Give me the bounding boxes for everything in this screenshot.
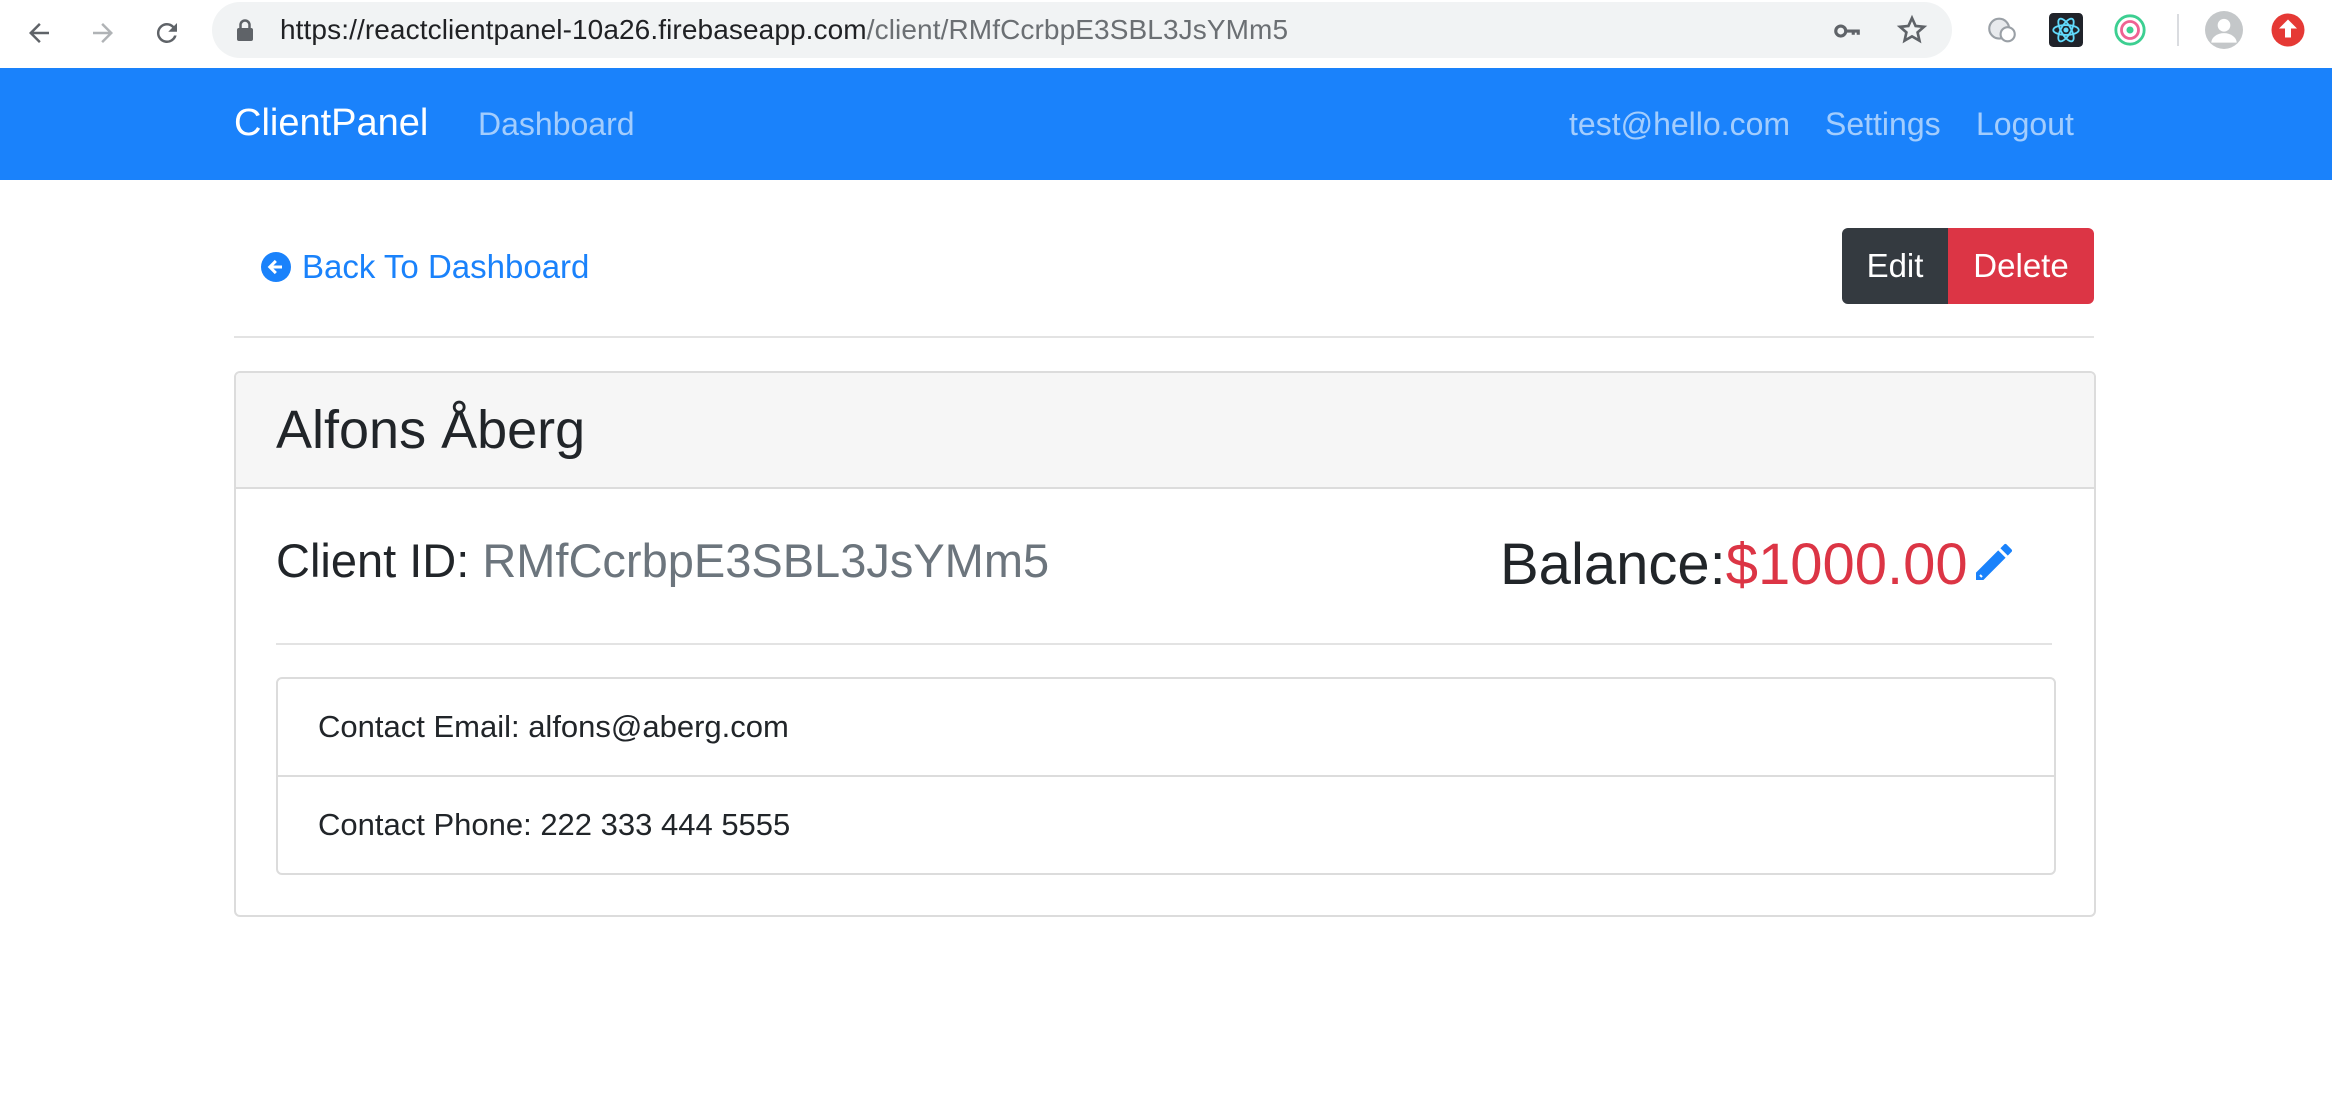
client-action-buttons: Edit Delete: [1842, 228, 2094, 304]
card-header: Alfons Åberg: [236, 373, 2094, 489]
arrow-circle-left-icon: [261, 252, 291, 282]
forward-arrow-icon[interactable]: [82, 12, 124, 54]
reload-icon[interactable]: [146, 12, 188, 54]
url-text: https://reactclientpanel-10a26.firebasea…: [280, 14, 1289, 45]
divider: [234, 336, 2094, 338]
client-balance: Balance: $1000.00: [1500, 529, 2018, 600]
balance-label: Balance:: [1500, 532, 1726, 597]
extension-upload-icon[interactable]: [2268, 10, 2308, 50]
navbar-brand[interactable]: ClientPanel: [234, 102, 428, 145]
bookmark-star-icon[interactable]: [1896, 14, 1928, 51]
client-id: Client ID: RMfCcrbpE3SBL3JsYMm5: [276, 533, 1049, 588]
contact-list: Contact Email: alfons@aberg.com Contact …: [276, 677, 2056, 875]
app-navbar: ClientPanel Dashboard test@hello.com Set…: [0, 68, 2332, 180]
back-arrow-icon[interactable]: [18, 12, 60, 54]
nav-logout-link[interactable]: Logout: [1976, 106, 2074, 143]
divider: [276, 643, 2052, 645]
browser-toolbar: https://reactclientpanel-10a26.firebasea…: [0, 0, 2332, 68]
key-icon[interactable]: [1832, 16, 1862, 51]
lock-icon: [236, 18, 254, 47]
pencil-icon[interactable]: [1970, 533, 2018, 600]
client-details-card: Alfons Åberg Client ID: RMfCcrbpE3SBL3Js…: [234, 371, 2096, 917]
contact-email: Contact Email: alfons@aberg.com: [318, 709, 789, 744]
nav-user-email[interactable]: test@hello.com: [1569, 106, 1790, 143]
nav-settings-link[interactable]: Settings: [1825, 106, 1941, 143]
contact-phone: Contact Phone: 222 333 444 5555: [318, 807, 791, 842]
client-name: Alfons Åberg: [276, 400, 586, 460]
delete-button[interactable]: Delete: [1948, 228, 2094, 304]
client-id-value: RMfCcrbpE3SBL3JsYMm5: [482, 534, 1050, 587]
client-id-label: Client ID:: [276, 534, 470, 587]
balance-value: $1000.00: [1725, 532, 1968, 597]
extension-cloud-icon[interactable]: [1982, 10, 2022, 50]
back-to-dashboard-link[interactable]: Back To Dashboard: [260, 248, 589, 286]
react-devtools-icon[interactable]: [2046, 10, 2086, 50]
edit-button[interactable]: Edit: [1842, 228, 1948, 304]
nav-dashboard-link[interactable]: Dashboard: [478, 106, 635, 143]
list-item: Contact Phone: 222 333 444 5555: [278, 777, 2054, 873]
toolbar-separator: [2177, 14, 2179, 46]
list-item: Contact Email: alfons@aberg.com: [278, 679, 2054, 777]
extension-target-icon[interactable]: [2110, 10, 2150, 50]
profile-avatar-icon[interactable]: [2204, 10, 2244, 50]
address-bar[interactable]: https://reactclientpanel-10a26.firebasea…: [212, 2, 1952, 58]
back-link-label: Back To Dashboard: [302, 248, 590, 285]
